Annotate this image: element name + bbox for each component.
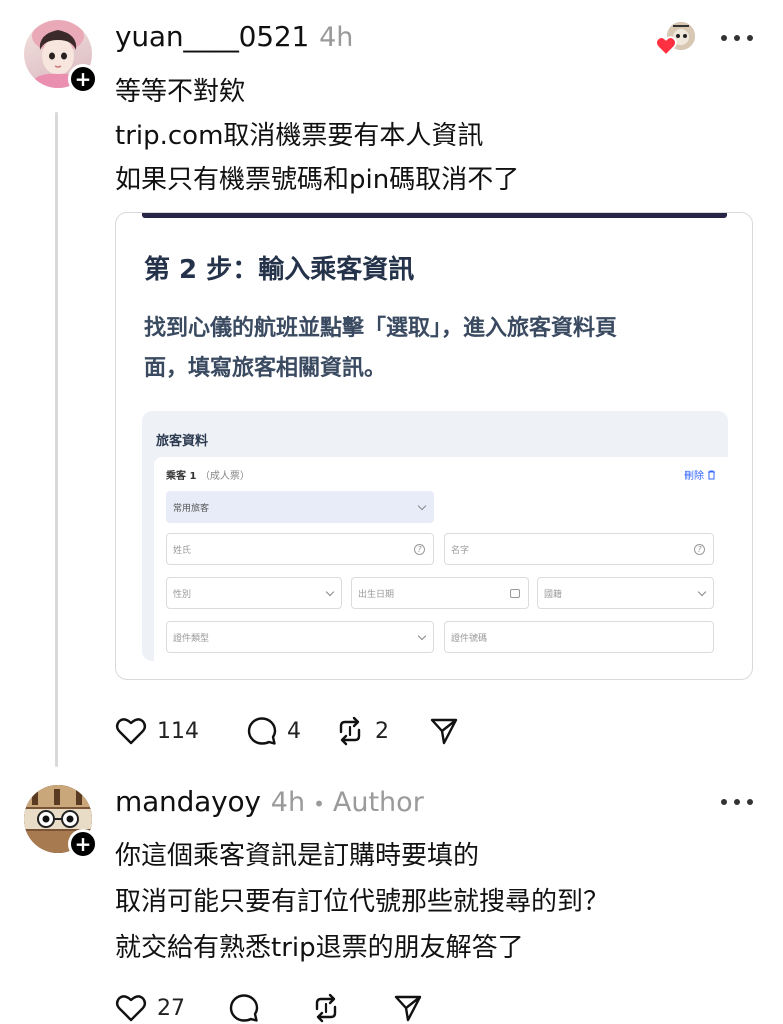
thread-line [55, 112, 58, 767]
step-desc-line: 找到心儀的航班並點擊「選取」，進入旅客資料頁 [144, 316, 618, 341]
surname-field: 姓氏? [166, 533, 434, 565]
comment-button[interactable] [229, 993, 259, 1023]
image-top-bar [142, 213, 727, 218]
nationality-select: 國籍 [537, 577, 714, 609]
comment-icon [247, 717, 277, 745]
author-badge: Author [332, 787, 424, 818]
post-line: 你這個乘客資訊是訂購時要填的 [115, 841, 480, 871]
post-line: 如果只有機票號碼和pin碼取消不了 [115, 165, 520, 195]
dob-field: 出生日期 [351, 577, 529, 609]
heart-filled-icon [655, 36, 677, 56]
repost-count: 2 [375, 718, 389, 744]
post-time: 4h [270, 787, 306, 818]
post-line: trip.com取消機票要有本人資訊 [115, 121, 484, 151]
send-icon [430, 718, 458, 745]
like-button[interactable]: 27 [115, 993, 185, 1023]
more-options-icon[interactable] [721, 797, 753, 807]
step-title: 第 2 步：輸入乘客資訊 [144, 255, 415, 285]
follow-plus-icon[interactable]: + [68, 64, 98, 94]
gender-select: 性別 [166, 577, 342, 609]
like-count: 114 [157, 718, 199, 744]
repost-icon [339, 716, 361, 746]
given-name-field: 名字? [444, 533, 714, 565]
author-avatar-mandayoy[interactable]: + [24, 785, 98, 859]
repost-button[interactable] [311, 993, 341, 1023]
separator-dot: • [313, 792, 325, 816]
repost-icon [315, 993, 337, 1023]
passenger-form: 乘客 1 （成人票） 刪除 常用旅客 姓氏? 名字? 性別 出生日期 國籍 證件… [154, 457, 728, 661]
step-description: 找到心儀的航班並點擊「選取」，進入旅客資料頁 面，填寫旅客相關資訊。 [144, 309, 704, 389]
comment-icon [229, 994, 259, 1022]
repost-button[interactable]: 2 [335, 716, 389, 746]
heart-icon [115, 718, 147, 745]
delete-passenger-link: 刪除 [684, 467, 716, 482]
traveler-form-panel: 旅客資料 乘客 1 （成人票） 刪除 常用旅客 姓氏? 名字 ? 性別 出生日期… [142, 411, 728, 661]
username[interactable]: mandayoy [115, 785, 261, 818]
more-options-icon[interactable] [721, 33, 753, 43]
post-image[interactable]: 第 2 步：輸入乘客資訊 找到心儀的航班並點擊「選取」，進入旅客資料頁 面，填寫… [115, 212, 753, 680]
trash-icon [708, 470, 715, 479]
share-button[interactable] [429, 716, 459, 746]
follow-plus-icon[interactable]: + [68, 829, 98, 859]
passenger-label: 乘客 1 （成人票） [166, 471, 250, 482]
like-count: 27 [157, 995, 185, 1021]
post-line: 取消可能只要有訂位代號那些就搜尋的到？ [115, 887, 610, 917]
like-button[interactable]: 114 [115, 716, 199, 746]
heart-icon [115, 995, 147, 1022]
username[interactable]: yuan____0521 [115, 20, 309, 53]
send-icon [394, 995, 422, 1022]
post-header: mandayoy 4h • Author [115, 785, 424, 818]
post-time: 4h [319, 22, 354, 53]
frequent-traveler-select: 常用旅客 [166, 491, 434, 523]
post-body: 等等不對欸 trip.com取消機票要有本人資訊 如果只有機票號碼和pin碼取消… [115, 70, 519, 202]
post-line: 等等不對欸 [115, 77, 246, 107]
step-desc-line: 面，填寫旅客相關資訊。 [144, 356, 387, 381]
liked-by-avatars[interactable] [655, 20, 697, 56]
post-yuan: + yuan____0521 4h 等等不對欸 trip.com取消機票要有本人… [0, 0, 783, 770]
post-header: yuan____0521 4h [115, 20, 353, 53]
share-button[interactable] [393, 993, 423, 1023]
form-title: 旅客資料 [156, 434, 209, 449]
comment-button[interactable]: 4 [247, 716, 301, 746]
comment-count: 4 [287, 718, 301, 744]
post-actions: 27 [115, 990, 451, 1024]
id-type-select: 證件類型 [166, 621, 434, 653]
author-avatar-yuan[interactable]: + [24, 20, 98, 94]
post-body: 你這個乘客資訊是訂購時要填的 取消可能只要有訂位代號那些就搜尋的到？ 就交給有熟… [115, 834, 609, 970]
post-line: 就交給有熟悉trip退票的朋友解答了 [115, 933, 524, 963]
post-actions: 114 4 2 [115, 713, 487, 749]
id-number-field: 證件號碼 [444, 621, 714, 653]
